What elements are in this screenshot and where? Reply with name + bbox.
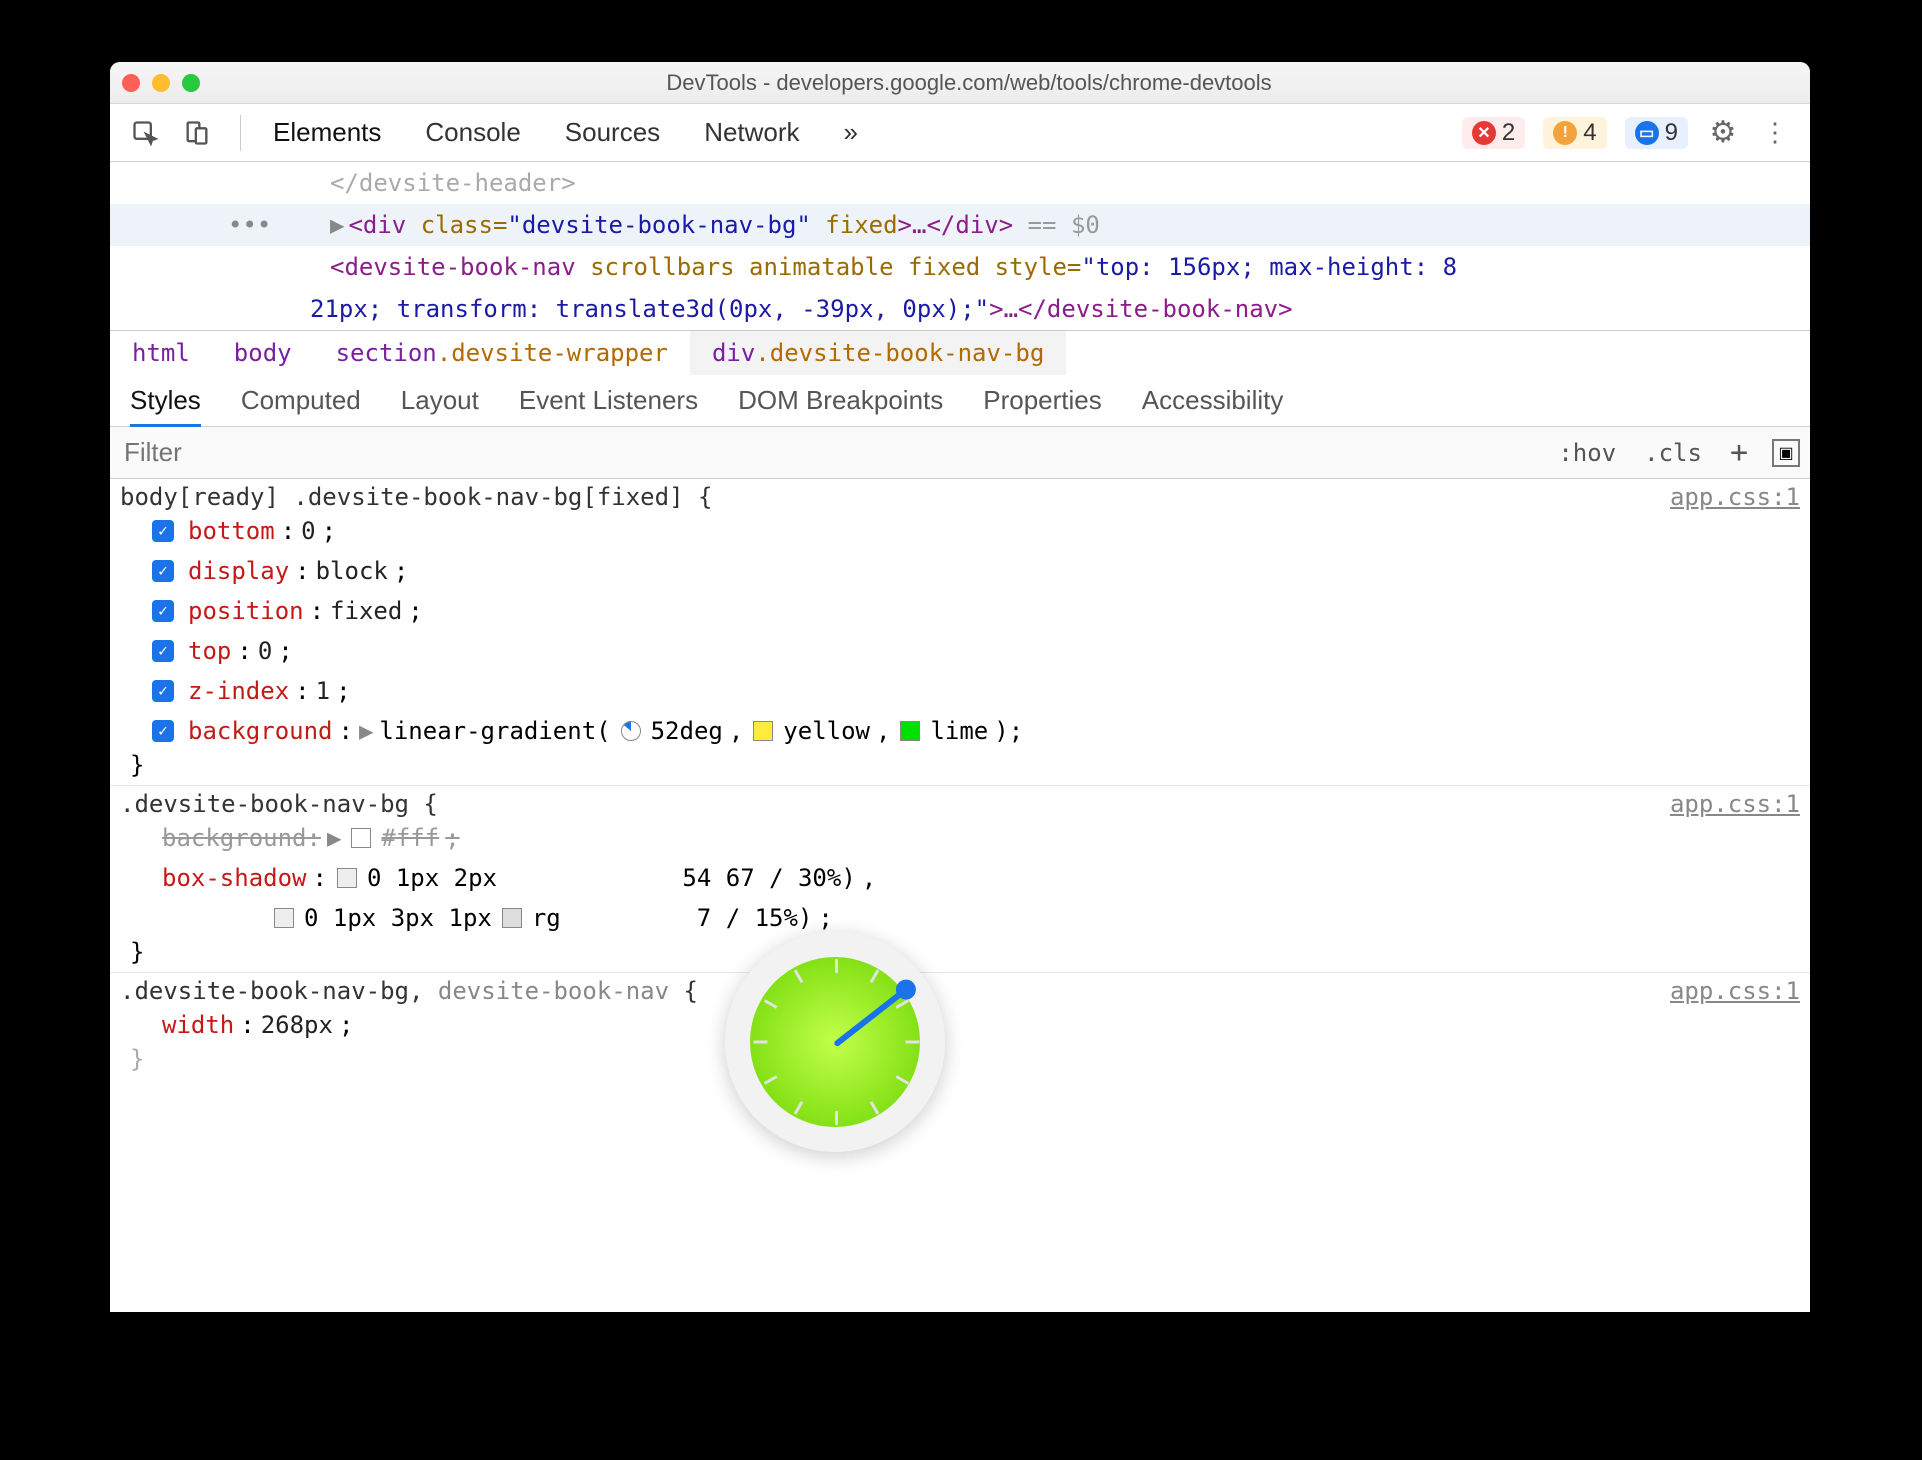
issues-count-value: 9 (1665, 119, 1678, 147)
overflow-ellipsis-icon: ••• (228, 204, 271, 246)
shadow-swatch-icon[interactable] (274, 908, 294, 928)
styles-filter-input[interactable] (110, 427, 1544, 478)
close-icon[interactable] (122, 74, 140, 92)
error-count-value: 2 (1502, 119, 1515, 147)
css-rule: body[ready] .devsite-book-nav-bg[fixed] … (110, 479, 1810, 786)
css-declaration-gradient[interactable]: background: ▶ linear-gradient(52deg, yel… (120, 711, 1800, 751)
css-rule: .devsite-book-nav-bg { app.css:1 backgro… (110, 786, 1810, 973)
color-swatch-icon[interactable] (351, 828, 371, 848)
settings-icon[interactable]: ⚙ (1706, 116, 1740, 150)
css-declaration[interactable]: display: block; (120, 551, 1800, 591)
kebab-menu-icon[interactable]: ⋮ (1758, 116, 1792, 150)
css-declaration[interactable]: bottom: 0; (120, 511, 1800, 551)
error-icon: ✕ (1472, 121, 1496, 145)
crumb-body[interactable]: body (212, 331, 314, 375)
shadow-swatch-icon[interactable] (337, 868, 357, 888)
css-selector[interactable]: .devsite-book-nav-bg { (120, 790, 438, 818)
dom-selected-node[interactable]: ••• ▶<div class="devsite-book-nav-bg" fi… (110, 204, 1810, 246)
device-toggle-icon[interactable] (180, 116, 214, 150)
warning-count-value: 4 (1583, 119, 1596, 147)
expand-icon[interactable]: ▶ (330, 211, 344, 239)
main-toolbar: Elements Console Sources Network » ✕ 2 !… (110, 104, 1810, 162)
angle-clock-popover[interactable] (725, 932, 945, 1152)
color-swatch-icon[interactable] (502, 908, 522, 928)
css-selector[interactable]: .devsite-book-nav-bg, devsite-book-nav { (120, 977, 698, 1005)
minimize-icon[interactable] (152, 74, 170, 92)
dom-line[interactable]: <devsite-book-nav scrollbars animatable … (110, 246, 1810, 288)
css-declaration[interactable]: z-index: 1; (120, 671, 1800, 711)
subtab-computed[interactable]: Computed (241, 385, 361, 416)
subtab-accessibility[interactable]: Accessibility (1142, 385, 1284, 416)
devtools-window: DevTools - developers.google.com/web/too… (110, 62, 1810, 1312)
css-declaration[interactable]: box-shadow: 0 1px 2px 54 67 / 30%), (120, 858, 1800, 898)
css-source-link[interactable]: app.css:1 (1670, 977, 1800, 1005)
subtab-properties[interactable]: Properties (983, 385, 1102, 416)
subtab-dom-breakpoints[interactable]: DOM Breakpoints (738, 385, 943, 416)
css-declaration[interactable]: position: fixed; (120, 591, 1800, 631)
checkbox-icon[interactable] (152, 600, 174, 622)
dom-tree[interactable]: </devsite-header> ••• ▶<div class="devsi… (110, 162, 1810, 330)
dom-line[interactable]: 21px; transform: translate3d(0px, -39px,… (110, 288, 1810, 330)
css-declaration-overridden[interactable]: background:▶ #fff; (120, 818, 1800, 858)
new-style-rule-button[interactable]: + (1716, 435, 1762, 470)
cls-toggle[interactable]: .cls (1630, 439, 1716, 467)
window-title: DevTools - developers.google.com/web/too… (210, 70, 1728, 96)
css-source-link[interactable]: app.css:1 (1670, 790, 1800, 818)
styles-filter-row: :hov .cls + ▣ (110, 427, 1810, 479)
subtab-styles[interactable]: Styles (130, 385, 201, 427)
css-selector[interactable]: body[ready] .devsite-book-nav-bg[fixed] … (120, 483, 712, 511)
css-source-link[interactable]: app.css:1 (1670, 483, 1800, 511)
expand-icon[interactable]: ▶ (359, 711, 373, 751)
checkbox-icon[interactable] (152, 520, 174, 542)
css-declaration[interactable]: 0 1px 3px 1px rg 7 / 15%); (120, 898, 1800, 938)
crumb-section[interactable]: section.devsite-wrapper (314, 331, 690, 375)
warning-icon: ! (1553, 121, 1577, 145)
titlebar: DevTools - developers.google.com/web/too… (110, 62, 1810, 104)
checkbox-icon[interactable] (152, 680, 174, 702)
css-declaration[interactable]: top: 0; (120, 631, 1800, 671)
warning-count[interactable]: ! 4 (1543, 117, 1606, 149)
tab-network[interactable]: Network (704, 117, 799, 148)
styles-pane: body[ready] .devsite-book-nav-bg[fixed] … (110, 479, 1810, 1312)
styles-pane-tabs: Styles Computed Layout Event Listeners D… (110, 375, 1810, 427)
css-rule: .devsite-book-nav-bg, devsite-book-nav {… (110, 973, 1810, 1079)
angle-clock-hand[interactable] (833, 987, 908, 1047)
color-swatch-icon[interactable] (753, 721, 773, 741)
issues-icon: ▭ (1635, 121, 1659, 145)
color-swatch-icon[interactable] (900, 721, 920, 741)
checkbox-icon[interactable] (152, 560, 174, 582)
issues-count[interactable]: ▭ 9 (1625, 117, 1688, 149)
dom-line[interactable]: </devsite-header> (110, 162, 1810, 204)
tab-console[interactable]: Console (425, 117, 520, 148)
tab-sources[interactable]: Sources (565, 117, 660, 148)
css-declaration[interactable]: width: 268px; (120, 1005, 1800, 1045)
subtab-layout[interactable]: Layout (401, 385, 479, 416)
divider (240, 115, 241, 151)
checkbox-icon[interactable] (152, 720, 174, 742)
traffic-lights (122, 74, 200, 92)
main-tabs: Elements Console Sources Network » (273, 117, 858, 148)
subtab-event-listeners[interactable]: Event Listeners (519, 385, 698, 416)
crumb-div[interactable]: div.devsite-book-nav-bg (690, 331, 1066, 375)
tabs-overflow[interactable]: » (844, 117, 858, 148)
crumb-html[interactable]: html (110, 331, 212, 375)
error-count[interactable]: ✕ 2 (1462, 117, 1525, 149)
zoom-icon[interactable] (182, 74, 200, 92)
checkbox-icon[interactable] (152, 640, 174, 662)
angle-clock-face[interactable] (750, 957, 920, 1127)
hov-toggle[interactable]: :hov (1544, 439, 1630, 467)
computed-toggle-icon[interactable]: ▣ (1772, 439, 1800, 467)
angle-swatch-icon[interactable] (621, 721, 641, 741)
breadcrumb: html body section.devsite-wrapper div.de… (110, 330, 1810, 375)
inspect-icon[interactable] (128, 116, 162, 150)
tab-elements[interactable]: Elements (273, 117, 381, 148)
expand-icon[interactable]: ▶ (327, 818, 341, 858)
